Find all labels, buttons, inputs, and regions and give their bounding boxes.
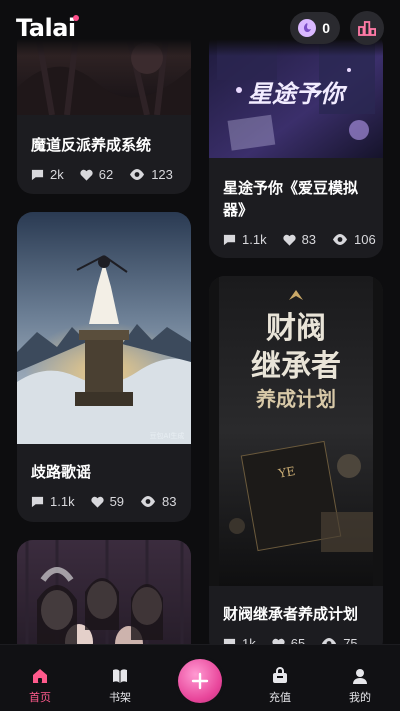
nav-label: 书架 [109, 692, 131, 704]
view-count: 75 [321, 636, 358, 644]
coin-balance-button[interactable]: 0 [290, 12, 340, 44]
comment-value: 1k [242, 636, 256, 644]
plus-icon [191, 672, 209, 690]
comment-icon [31, 169, 44, 181]
view-value: 123 [151, 167, 173, 182]
nav-item-bookshelf[interactable]: 书架 [90, 667, 150, 705]
story-title: 歧路歌谣 [31, 464, 92, 481]
nav-label: 充值 [269, 692, 291, 704]
view-count: 83 [140, 494, 177, 509]
story-title: 魔道反派养成系统 [31, 137, 152, 154]
cover-title-line2: 继承者 [251, 349, 341, 384]
like-count: 59 [90, 494, 125, 509]
coin-count: 0 [322, 20, 330, 36]
like-count: 62 [80, 167, 113, 182]
comment-value: 2k [50, 167, 64, 182]
ranking-button[interactable] [350, 11, 384, 45]
eye-icon [333, 234, 348, 245]
comment-icon [223, 234, 236, 246]
like-value: 83 [301, 232, 317, 247]
comment-count: 2k [31, 167, 64, 182]
like-value: 65 [290, 636, 306, 644]
story-cover-image: 财阀 继承者 养成计划 YE [209, 276, 383, 586]
story-stats: 1k 65 75 [209, 636, 383, 644]
cover-title-line1: 财阀 [266, 311, 326, 346]
comment-value: 1.1k [50, 494, 75, 509]
comment-icon [223, 638, 236, 644]
logo-dot [72, 15, 79, 21]
comment-value: 1.1k [242, 232, 267, 247]
story-cover-image: 豆包AI生成 [17, 212, 191, 444]
story-card[interactable] [17, 540, 191, 644]
view-count: 123 [129, 167, 173, 182]
eye-icon [130, 169, 145, 180]
view-value: 75 [343, 636, 358, 644]
book-icon [113, 669, 127, 683]
nav-item-recharge[interactable]: 充值 [250, 667, 310, 705]
view-value: 106 [354, 232, 376, 247]
view-count: 106 [332, 232, 376, 247]
bar-chart-icon [358, 21, 376, 36]
header-actions: 0 [290, 11, 384, 45]
nav-item-home[interactable]: 首页 [10, 667, 70, 705]
story-card[interactable]: 豆包AI生成 歧路歌谣 1.1k 59 83 [17, 212, 191, 522]
create-story-button[interactable] [178, 659, 222, 703]
app-logo-text: Talai [16, 14, 76, 42]
nav-item-profile[interactable]: 我的 [330, 667, 390, 705]
nav-label: 我的 [349, 692, 371, 704]
nav-label: 首页 [29, 692, 51, 704]
story-title: 星途予你《爱豆模拟器》 [223, 180, 359, 219]
ai-generated-tag: 豆包AI生成 [150, 431, 185, 440]
app-header: Talai 0 [0, 0, 400, 56]
heart-icon [80, 169, 93, 181]
like-value: 62 [98, 167, 114, 182]
story-stats: 1.1k 83 106 [209, 232, 383, 247]
like-count: 65 [272, 636, 305, 644]
user-icon [353, 669, 367, 684]
cover-title-line3: 养成计划 [255, 387, 336, 411]
home-icon [33, 669, 47, 683]
bottom-nav: 首页 书架 充值 我的 [0, 644, 400, 711]
story-feed[interactable]: 魔道反派养成系统 2k 62 123 星途予你 星途予你《爱豆模拟器》 1.1k… [0, 0, 400, 644]
comment-count: 1k [223, 636, 256, 644]
story-cover-image [17, 540, 191, 644]
recharge-icon [273, 667, 287, 683]
like-value: 59 [109, 494, 125, 509]
view-value: 83 [162, 494, 177, 509]
eye-icon [141, 496, 156, 507]
story-stats: 1.1k 59 83 [17, 494, 191, 509]
story-card[interactable]: 星途予你 星途予你《爱豆模拟器》 1.1k 83 106 [209, 30, 383, 258]
heart-icon [90, 496, 104, 508]
coin-icon [298, 19, 317, 37]
comment-count: 1.1k [223, 232, 267, 247]
story-title: 财阀继承者养成计划 [223, 606, 359, 623]
like-count: 83 [282, 232, 317, 247]
comment-count: 1.1k [31, 494, 75, 509]
cover-title-text: 星途予你 [248, 79, 348, 108]
app-logo[interactable]: Talai [16, 14, 79, 42]
story-stats: 2k 62 123 [17, 167, 191, 182]
story-card[interactable]: 财阀 继承者 养成计划 YE 财阀继承者养成计划 1k 65 75 [209, 276, 383, 644]
heart-icon [282, 234, 296, 246]
comment-icon [31, 496, 44, 508]
